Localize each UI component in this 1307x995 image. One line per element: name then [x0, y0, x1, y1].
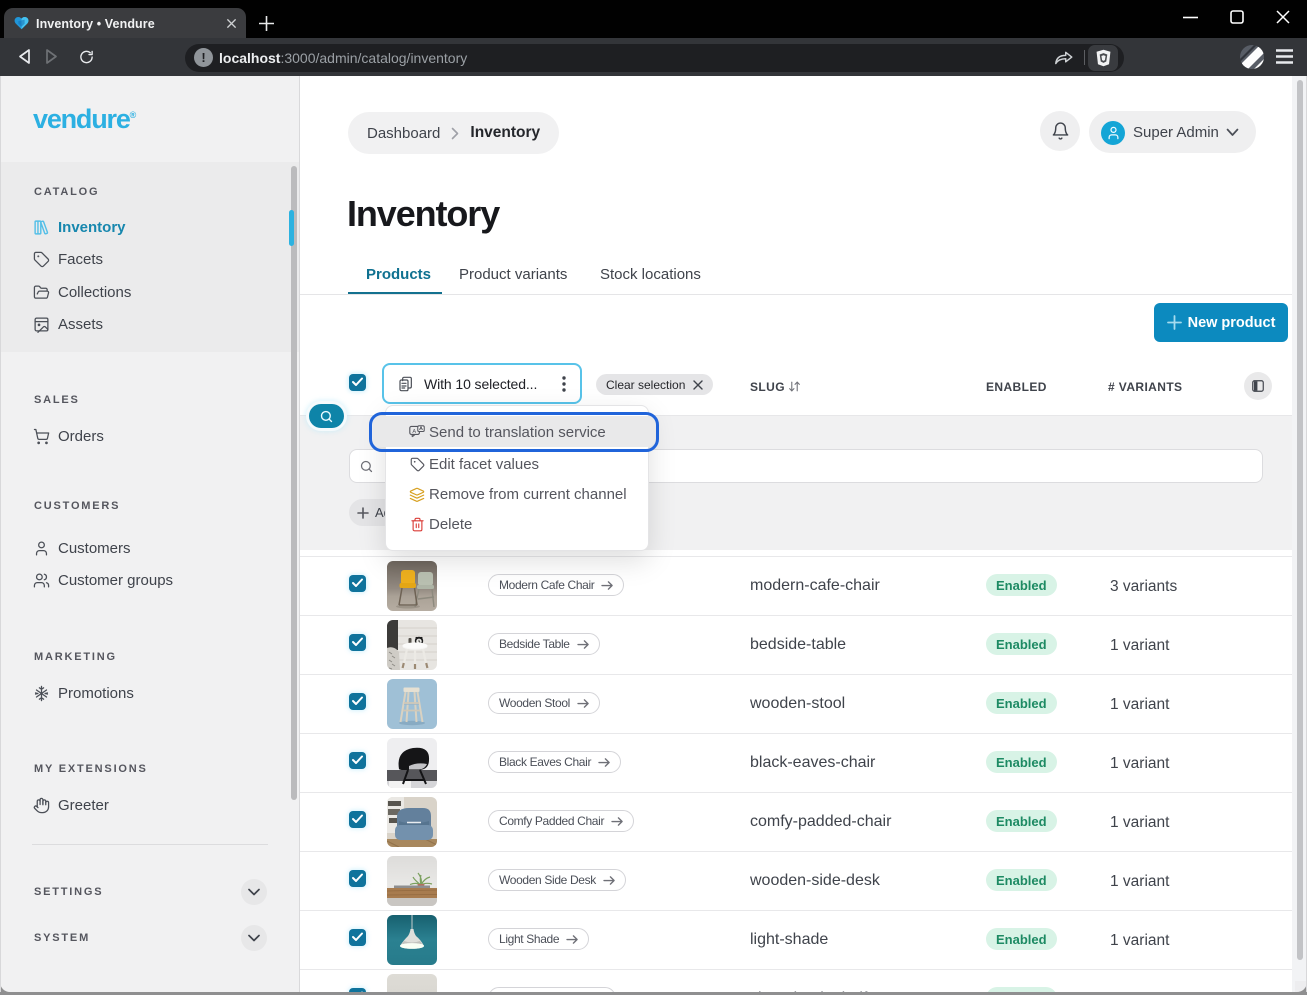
svg-text:A: A	[412, 429, 416, 435]
